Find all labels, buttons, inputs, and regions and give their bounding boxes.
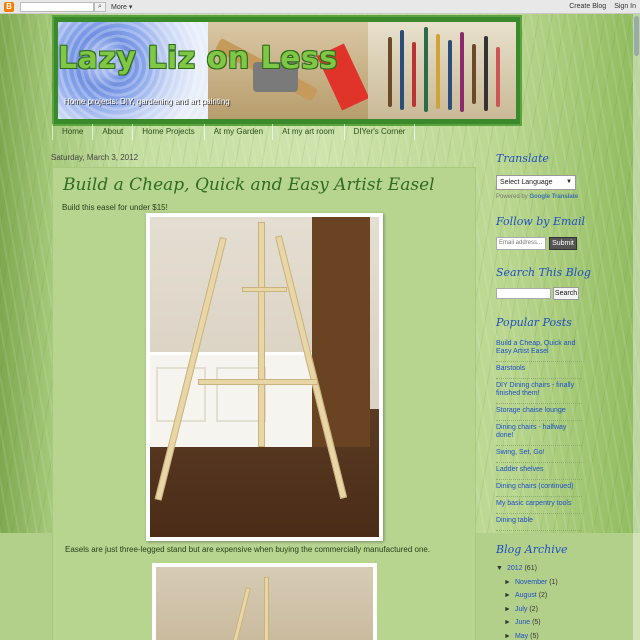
archive-year-link[interactable]: 2012 [507,565,523,572]
archive-month-row[interactable]: ► May (5) [496,630,586,640]
archive-month-link[interactable]: May [515,633,528,640]
archive-month-count: (1) [549,578,558,586]
search-button[interactable]: Search [553,287,579,300]
archive-month-link[interactable]: August [515,592,537,599]
submit-button[interactable]: Submit [549,237,577,250]
triangle-down-icon[interactable]: ▼ [496,565,503,572]
archive-month-row[interactable]: ► June (5) [496,616,586,630]
paintbrush-icon [400,30,404,110]
follow-by-email-title: Follow by Email [496,215,586,228]
language-select-label: Select Language [500,179,553,186]
easel-photo-second-image [156,567,373,640]
navbar-more-menu[interactable]: More ▾ [111,3,132,11]
archive-month-link[interactable]: July [515,606,527,613]
tab-at-my-art-room[interactable]: At my art room [273,124,345,140]
triangle-right-icon[interactable]: ► [504,592,511,599]
post-intro-text: Build this easel for under $15! [62,203,168,212]
popular-post-link[interactable]: Barstools [496,364,582,379]
blog-title[interactable]: Lazy Liz on Less [58,41,338,76]
translate-widget-title: Translate [496,152,549,165]
archive-month-row[interactable]: ► November (1) [496,576,586,590]
archive-month-count: (5) [530,632,539,640]
scrollbar-thumb[interactable] [634,16,639,56]
chevron-down-icon: ▼ [566,179,572,185]
blog-header[interactable]: Lazy Liz on Less Home projects: DIY, gar… [52,15,522,126]
post-date-header: Saturday, March 3, 2012 [51,153,139,162]
tab-about[interactable]: About [93,124,134,140]
popular-post-link[interactable]: DIY Dining chairs - finally finished the… [496,381,582,404]
easel-left-leg [226,587,251,640]
popular-posts-list: Build a Cheap, Quick and Easy Artist Eas… [496,339,582,533]
post-title[interactable]: Build a Cheap, Quick and Easy Artist Eas… [63,175,435,195]
language-select[interactable]: Select Language ▼ [496,175,576,190]
archive-month-count: (2) [538,592,548,599]
easel-photo-second[interactable] [152,563,377,640]
paintbrush-icon [436,34,440,109]
archive-month-link[interactable]: November [515,579,547,586]
popular-post-link[interactable]: Swing, Set, Go! [496,448,582,463]
paintbrush-icon [496,47,500,107]
triangle-right-icon[interactable]: ► [504,633,511,640]
navbar-search-button[interactable]: ⌕ [94,1,106,12]
post-paragraph: Easels are just three-legged stand but a… [65,545,431,554]
page-tabs: Home About Home Projects At my Garden At… [52,124,476,140]
archive-year-row[interactable]: ▼ 2012 (61) [496,562,586,576]
easel-top-crossbar [242,287,287,292]
paintbrush-icon [424,27,428,112]
easel-photo-image [150,217,379,537]
powered-by-label: Powered by [496,194,528,200]
paintbrush-icon [460,32,464,112]
post-container: Build a Cheap, Quick and Easy Artist Eas… [52,167,476,640]
sign-in-link[interactable]: Sign In [614,3,636,10]
search-blog-title: Search This Blog [496,266,591,279]
google-logo-icon[interactable]: Google [529,194,550,200]
popular-post-link[interactable]: Dining chairs - halfway done! [496,423,582,446]
email-field[interactable]: Email address... [496,237,546,250]
tab-home-projects[interactable]: Home Projects [133,124,205,140]
paintbrush-icon [388,37,392,107]
powered-by-google: Powered by Google Translate [496,194,578,200]
easel-mast [258,222,265,447]
search-input[interactable] [496,288,551,299]
navbar-search-input[interactable] [20,1,94,12]
popular-post-link[interactable]: My basic carpentry tools [496,499,582,514]
paintbrush-icon [448,40,452,110]
easel-mast [264,577,269,640]
paintbrush-icon [484,36,488,111]
popular-post-link[interactable]: Build a Cheap, Quick and Easy Artist Eas… [496,339,582,362]
archive-year-count: (61) [524,565,537,572]
archive-month-count: (2) [529,605,538,613]
translate-link[interactable]: Translate [552,194,578,200]
triangle-right-icon[interactable]: ► [504,619,511,626]
popular-posts-title: Popular Posts [496,316,572,329]
popular-post-link[interactable]: Dining table [496,516,582,531]
easel-tray [198,379,318,385]
blogger-navbar: B ⌕ More ▾ Create Blog Sign In [0,0,640,14]
page-scrollbar[interactable] [633,14,640,640]
tab-home[interactable]: Home [52,124,94,140]
blog-description: Home projects: DIY, gardening and art pa… [64,97,230,106]
blog-archive-list: ▼ 2012 (61) ► November (1) ► August (2) ► Ju… [496,562,586,640]
archive-month-row[interactable]: ► August (2) [496,589,586,603]
create-blog-link[interactable]: Create Blog [569,3,606,10]
paintbrush-icon [472,44,476,104]
archive-month-count: (5) [532,619,541,626]
paintbrush-icon [412,42,416,107]
tab-at-my-garden[interactable]: At my Garden [205,124,274,140]
archive-month-link[interactable]: June [515,619,530,626]
popular-post-link[interactable]: Storage chaise lounge [496,406,582,421]
navbar-right: Create Blog Sign In [569,3,636,10]
paintbrushes-image [368,22,516,119]
triangle-right-icon[interactable]: ► [504,606,511,613]
blog-archive-title: Blog Archive [496,543,568,556]
popular-post-link[interactable]: Ladder shelves [496,465,582,480]
tab-diyers-corner[interactable]: DIYer's Corner [345,124,416,140]
archive-month-row[interactable]: ► July (2) [496,603,586,617]
triangle-right-icon[interactable]: ► [504,579,511,586]
easel-photo[interactable] [146,213,383,541]
blogger-logo-icon[interactable]: B [4,1,14,12]
popular-post-link[interactable]: Dining chairs (continued) [496,482,582,497]
